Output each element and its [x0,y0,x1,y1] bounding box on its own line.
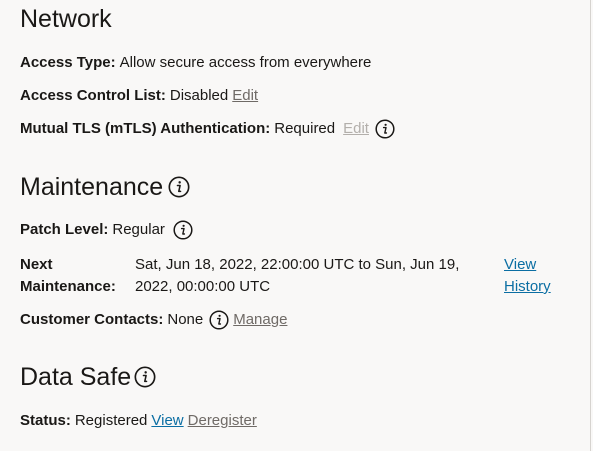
data-safe-status-row: Status: Registered View Deregister [20,411,257,431]
manage-contacts-link[interactable]: Manage [233,310,287,330]
data-safe-view-link[interactable]: View [151,411,183,431]
acl-label: Access Control List: [20,87,166,104]
patch-level-row: Patch Level: Regular [20,220,193,240]
access-type-row: Access Type: Allow secure access from ev… [20,53,371,73]
access-type-value: Allow secure access from everywhere [119,54,372,71]
info-icon[interactable] [375,119,395,139]
next-maintenance-label-line1: Next [20,256,53,273]
panel-right-border [590,0,591,451]
info-icon[interactable] [209,310,229,330]
patch-level-value: Regular [112,221,165,238]
maintenance-section-title: Maintenance [20,172,190,202]
patch-level-label: Patch Level: [20,221,109,238]
status-value: Registered [74,412,148,429]
data-safe-section-title: Data Safe [20,362,156,392]
mtls-label: Mutual TLS (mTLS) Authentication: [20,120,271,137]
network-section-title: Network [20,4,112,34]
next-maintenance-label-line2: Maintenance: [20,278,116,295]
view-history-link-line2[interactable]: History [504,276,551,298]
customer-contacts-label: Customer Contacts: [20,311,164,328]
acl-value: Disabled [169,87,229,104]
network-title-text: Network [20,5,112,33]
next-maintenance-value: Sat, Jun 18, 2022, 22:00:00 UTC to Sun, … [135,254,459,298]
info-icon[interactable] [173,220,193,240]
access-type-label: Access Type: [20,54,116,71]
data-safe-title-text: Data Safe [20,363,132,391]
acl-edit-link[interactable]: Edit [232,86,258,106]
view-history-link[interactable]: View History [504,254,551,298]
info-icon[interactable] [134,366,156,388]
mtls-row: Mutual TLS (mTLS) Authentication: Requir… [20,119,395,139]
mtls-edit-link: Edit [343,120,369,137]
customer-contacts-row: Customer Contacts: None Manage [20,310,287,330]
mtls-value: Required [274,120,336,137]
maintenance-title-text: Maintenance [20,173,164,201]
customer-contacts-value: None [167,311,204,328]
info-icon[interactable] [168,176,190,198]
next-maintenance-value-line2: 2022, 00:00:00 UTC [135,278,271,295]
view-history-link-line1[interactable]: View [504,254,551,276]
next-maintenance-label: Next Maintenance: [20,254,116,298]
deregister-link[interactable]: Deregister [188,411,257,431]
acl-row: Access Control List: Disabled Edit [20,86,258,106]
status-label: Status: [20,412,71,429]
next-maintenance-value-line1: Sat, Jun 18, 2022, 22:00:00 UTC to Sun, … [135,256,460,273]
